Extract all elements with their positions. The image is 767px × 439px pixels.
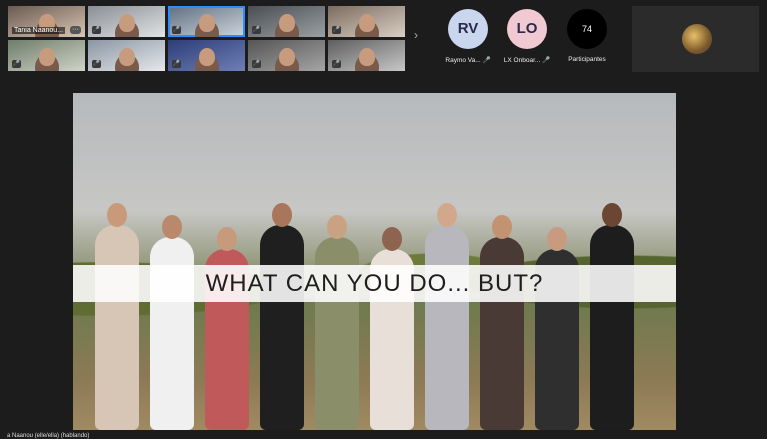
self-view [632, 6, 759, 72]
person-head [547, 227, 567, 251]
person-figure [95, 203, 139, 430]
mic-muted-icon: 🎤 [542, 57, 551, 64]
mic-muted-icon: 🎤 [332, 60, 341, 68]
slide-banner: WHAT CAN YOU DO... BUT? [73, 265, 676, 302]
person-head [602, 203, 622, 227]
mic-muted-icon: 🎤 [12, 60, 21, 68]
video-tile[interactable]: 🎤 [328, 6, 405, 37]
avatar: RV [448, 9, 488, 49]
participant-video [278, 48, 295, 66]
video-tile[interactable]: 🎤 [88, 6, 165, 37]
avatar [682, 24, 712, 54]
video-tile[interactable]: 🎤 [168, 40, 245, 71]
mic-muted-icon: 🎤 [92, 60, 101, 68]
participant-name: LX Onboar... 🎤 [503, 57, 551, 64]
person-head [382, 227, 402, 251]
participants-count: 74 [567, 9, 607, 49]
video-tile[interactable]: 🎤 [248, 40, 325, 71]
person-head [492, 215, 512, 239]
chevron-right-icon[interactable]: › [410, 27, 422, 43]
person-head [107, 203, 127, 227]
participant-video [358, 48, 375, 66]
participant-video [198, 14, 215, 32]
video-tile[interactable]: Tania Naanou... ··· [8, 6, 85, 37]
participant-tile-lo[interactable]: LO LX Onboar... 🎤 [497, 6, 557, 72]
mic-muted-icon: 🎤 [252, 60, 261, 68]
participant-video [358, 14, 375, 32]
mic-muted-icon: 🎤 [172, 26, 181, 34]
video-gallery: Tania Naanou... ··· 🎤 🎤 🎤 🎤 🎤 🎤 🎤 🎤 🎤 [8, 6, 408, 72]
participant-video [118, 14, 135, 32]
mic-muted-icon: 🎤 [172, 60, 181, 68]
participant-name: Raymo Va... 🎤 [445, 57, 491, 64]
avatar: LO [507, 9, 547, 49]
person-figure [260, 203, 304, 430]
more-options-button[interactable]: ··· [70, 26, 81, 34]
mic-muted-icon: 🎤 [482, 57, 491, 64]
mic-muted-icon: 🎤 [332, 26, 341, 34]
participant-video [278, 14, 295, 32]
participant-name: Tania Naanou... [12, 27, 66, 34]
person-head [272, 203, 292, 227]
video-tile[interactable]: 🎤 [8, 40, 85, 71]
participants-button[interactable]: 74 Participantes [557, 6, 617, 72]
participant-video [198, 48, 215, 66]
video-tile[interactable]: 🎤 [248, 6, 325, 37]
video-tile[interactable]: 🎤 [328, 40, 405, 71]
active-speaker-label: a Naanou (elle/ella) (hablando) [7, 433, 90, 439]
participant-video [38, 48, 55, 66]
shared-slide: WHAT CAN YOU DO... BUT? [73, 93, 676, 430]
person-head [437, 203, 457, 227]
mic-muted-icon: 🎤 [92, 26, 101, 34]
person-figure [425, 203, 469, 430]
participant-tile-rv[interactable]: RV Raymo Va... 🎤 [438, 6, 498, 72]
person-head [217, 227, 237, 251]
participants-label: Participantes [568, 56, 606, 63]
mic-muted-icon: 🎤 [252, 26, 261, 34]
participant-video [118, 48, 135, 66]
person-head [327, 215, 347, 239]
person-head [162, 215, 182, 239]
person-figure [590, 203, 634, 430]
video-tile[interactable]: 🎤 [168, 6, 245, 37]
video-tile[interactable]: 🎤 [88, 40, 165, 71]
slide-title: WHAT CAN YOU DO... BUT? [205, 270, 544, 297]
